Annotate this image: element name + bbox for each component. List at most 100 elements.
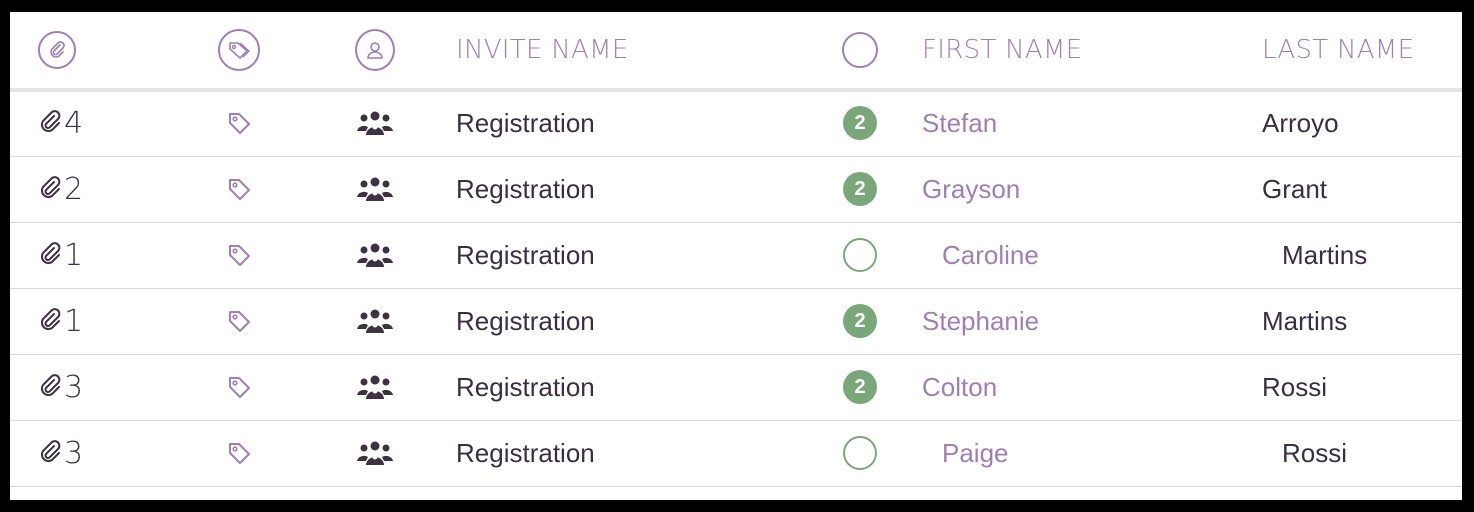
attachments-cell[interactable]: 3 <box>38 420 83 486</box>
first-name-cell[interactable]: Stephanie <box>922 288 1039 354</box>
invite-name-cell: Registration <box>456 222 595 288</box>
last-name-cell: Arroyo <box>1262 90 1339 156</box>
header-invite-name[interactable]: INVITE NAME <box>456 12 629 88</box>
status-empty-circle[interactable] <box>843 238 877 272</box>
status-badge[interactable]: 2 <box>843 106 877 140</box>
last-name: Martins <box>1262 305 1348 336</box>
header-last-name[interactable]: LAST NAME <box>1262 12 1414 88</box>
table-row[interactable]: 2 Registration 2 Grayson Grant <box>10 156 1462 223</box>
invite-name: Registration <box>456 107 595 138</box>
status-badge[interactable]: 2 <box>843 304 877 338</box>
table-row[interactable]: 3 Registration 2 Colton Rossi <box>10 354 1462 421</box>
last-name-cell: Martins <box>1262 288 1347 354</box>
paperclip-icon <box>38 440 64 466</box>
tag-icon <box>226 110 252 136</box>
invites-table: INVITE NAME FIRST NAME LAST NAME 4 Regist… <box>10 12 1462 500</box>
first-name-link[interactable]: Stefan <box>922 108 997 139</box>
attachments-cell[interactable]: 4 <box>38 90 83 156</box>
status-cell[interactable]: 2 <box>840 354 880 420</box>
status-empty-circle[interactable] <box>843 436 877 470</box>
attachments-cell[interactable]: 3 <box>38 354 83 420</box>
status-cell[interactable] <box>840 222 880 288</box>
first-name-cell[interactable]: Paige <box>922 420 1009 486</box>
people-group-icon <box>357 439 393 467</box>
first-name-link[interactable]: Paige <box>922 438 1009 469</box>
tag-cell[interactable] <box>214 420 264 486</box>
tag-icon <box>226 374 252 400</box>
first-name-cell[interactable]: Caroline <box>922 222 1039 288</box>
people-group-icon <box>357 175 393 203</box>
first-name-cell[interactable]: Colton <box>922 354 997 420</box>
tag-cell[interactable] <box>214 222 264 288</box>
first-name-link[interactable]: Caroline <box>922 240 1039 271</box>
tag-icon <box>226 176 252 202</box>
last-name: Arroyo <box>1262 107 1339 138</box>
attachment-count: 1 <box>64 303 84 339</box>
first-name-cell[interactable]: Stefan <box>922 90 997 156</box>
attachment-count: 4 <box>64 105 84 141</box>
attachment-count: 3 <box>64 435 84 471</box>
table-row[interactable]: 3 Registration Paige Rossi <box>10 420 1462 487</box>
header-first-name[interactable]: FIRST NAME <box>922 12 1082 88</box>
invite-name-header-label: INVITE NAME <box>456 35 629 65</box>
first-name-link[interactable]: Stephanie <box>922 306 1039 337</box>
tag-cell[interactable] <box>214 156 264 222</box>
invite-name-cell: Registration <box>456 354 595 420</box>
last-name-cell: Rossi <box>1262 354 1327 420</box>
group-cell <box>355 156 395 222</box>
group-cell <box>355 222 395 288</box>
group-cell <box>355 288 395 354</box>
invite-name-cell: Registration <box>456 90 595 156</box>
status-cell[interactable] <box>840 420 880 486</box>
tag-cell[interactable] <box>214 354 264 420</box>
status-cell[interactable]: 2 <box>840 288 880 354</box>
status-cell[interactable]: 2 <box>840 156 880 222</box>
table-row[interactable]: 1 Registration Caroline Martins <box>10 222 1462 289</box>
header-attachments[interactable] <box>38 12 76 88</box>
invite-name-cell: Registration <box>456 156 595 222</box>
first-name-cell[interactable]: Grayson <box>922 156 1020 222</box>
status-badge[interactable]: 2 <box>843 370 877 404</box>
first-name-header-label: FIRST NAME <box>922 35 1083 65</box>
invite-name: Registration <box>456 371 595 402</box>
status-cell[interactable]: 2 <box>840 90 880 156</box>
attachment-count: 2 <box>64 171 84 207</box>
invite-name: Registration <box>456 305 595 336</box>
paperclip-icon <box>38 176 64 202</box>
tag-cell[interactable] <box>214 90 264 156</box>
last-name-cell: Rossi <box>1262 420 1347 486</box>
tag-icon <box>226 242 252 268</box>
table-row[interactable]: 4 Registration 2 Stefan Arroyo <box>10 90 1462 157</box>
invite-name-cell: Registration <box>456 288 595 354</box>
header-tags[interactable] <box>214 12 264 88</box>
attachment-count: 1 <box>64 237 84 273</box>
status-badge[interactable]: 2 <box>843 172 877 206</box>
attachments-cell[interactable]: 1 <box>38 288 83 354</box>
paperclip-icon <box>38 31 76 69</box>
attachments-cell[interactable]: 2 <box>38 156 83 222</box>
last-name-cell: Martins <box>1262 222 1367 288</box>
group-cell <box>355 90 395 156</box>
people-group-icon <box>357 373 393 401</box>
header-status[interactable] <box>840 12 880 88</box>
attachment-count: 3 <box>64 369 84 405</box>
table-row[interactable]: 1 Registration 2 Stephanie Martins <box>10 288 1462 355</box>
invite-name-cell: Registration <box>456 420 595 486</box>
attachments-cell[interactable]: 1 <box>38 222 83 288</box>
first-name-link[interactable]: Grayson <box>922 174 1020 205</box>
first-name-link[interactable]: Colton <box>922 372 997 403</box>
people-group-icon <box>357 109 393 137</box>
tags-icon <box>218 29 260 71</box>
tag-cell[interactable] <box>214 288 264 354</box>
status-circle-icon <box>842 32 878 68</box>
invite-name: Registration <box>456 239 595 270</box>
paperclip-icon <box>38 242 64 268</box>
tag-icon <box>226 440 252 466</box>
paperclip-icon <box>38 110 64 136</box>
header-user[interactable] <box>355 12 395 88</box>
last-name: Martins <box>1282 239 1368 270</box>
last-name-cell: Grant <box>1262 156 1327 222</box>
last-name: Rossi <box>1262 371 1328 402</box>
paperclip-icon <box>38 308 64 334</box>
people-group-icon <box>357 307 393 335</box>
